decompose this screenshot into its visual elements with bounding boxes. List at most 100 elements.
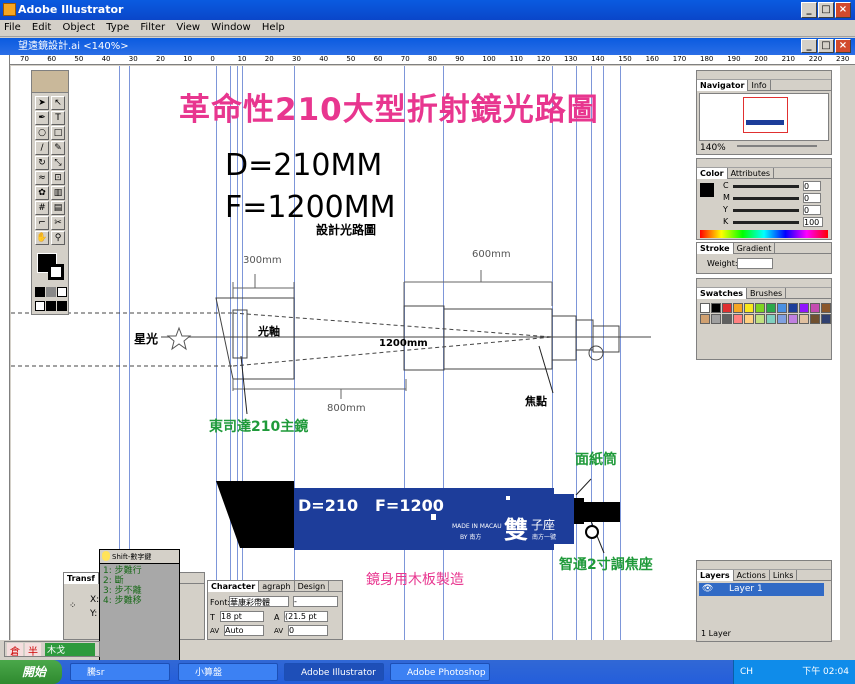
ellipse-tool-icon[interactable]: ○	[35, 126, 49, 140]
tab-design[interactable]: Design	[295, 581, 330, 592]
rotate-tool-icon[interactable]: ↻	[35, 156, 49, 170]
start-button[interactable]: 開始	[0, 660, 62, 684]
tab-navigator[interactable]: Navigator	[697, 80, 749, 91]
layer-row[interactable]: 👁 Layer 1	[699, 583, 824, 596]
color-swatch[interactable]	[810, 303, 820, 313]
color-spectrum-bar[interactable]	[700, 230, 828, 238]
channel-m-value[interactable]: 0	[803, 193, 821, 203]
color-mode-icon[interactable]	[35, 287, 45, 297]
color-swatch[interactable]	[755, 314, 765, 324]
minimize-button[interactable]: _	[801, 2, 817, 18]
dim-1200-label[interactable]: 1200mm	[379, 338, 428, 349]
gradient-mode-icon[interactable]	[46, 287, 56, 297]
dim-300-label[interactable]: 300mm	[243, 255, 282, 266]
color-swatch[interactable]	[700, 303, 710, 313]
color-swatch[interactable]	[788, 303, 798, 313]
menu-file[interactable]: File	[0, 20, 25, 36]
scissors-tool-icon[interactable]: ✂	[51, 216, 65, 230]
tab-transform[interactable]: Transf	[64, 573, 99, 584]
tab-gradient[interactable]: Gradient	[734, 243, 776, 254]
channel-k-value[interactable]: 100	[803, 217, 823, 227]
menu-object[interactable]: Object	[58, 20, 99, 36]
dim-800-label[interactable]: 800mm	[327, 403, 366, 414]
taskbar-item-calculator[interactable]: 小算盤	[178, 663, 278, 681]
ime-mode-button[interactable]: 倉	[7, 643, 23, 658]
screen-mode-1-icon[interactable]	[35, 301, 45, 311]
focus-label[interactable]: 焦點	[525, 393, 547, 409]
screen-mode-2-icon[interactable]	[46, 301, 56, 311]
color-swatch[interactable]	[744, 303, 754, 313]
color-swatch[interactable]	[722, 314, 732, 324]
color-swatch[interactable]	[766, 314, 776, 324]
ime-candidate-4[interactable]: 4: 步難移	[103, 596, 179, 606]
menu-view[interactable]: View	[172, 20, 204, 36]
navigator-zoom-value[interactable]: 140%	[700, 143, 726, 153]
kerning-input[interactable]: Auto	[224, 625, 264, 636]
hand-tool-icon[interactable]: ✋	[35, 231, 49, 245]
taskbar-item-folder[interactable]: 騰sr	[70, 663, 170, 681]
pencil-tool-icon[interactable]: ✎	[51, 141, 65, 155]
menu-edit[interactable]: Edit	[28, 20, 55, 36]
none-mode-icon[interactable]	[57, 287, 67, 297]
type-tool-icon[interactable]: T	[51, 111, 65, 125]
channel-c-slider[interactable]	[733, 185, 799, 188]
doc-minimize-button[interactable]: _	[801, 39, 817, 53]
tab-actions[interactable]: Actions	[734, 570, 770, 581]
stroke-color-swatch[interactable]	[48, 264, 64, 280]
pen-tool-icon[interactable]: ✒	[35, 111, 49, 125]
tube-text-focal[interactable]: F=1200	[375, 496, 444, 515]
stroke-weight-input[interactable]	[737, 258, 773, 269]
font-style-select[interactable]: -	[293, 596, 338, 607]
symbol-tool-icon[interactable]: ✿	[35, 186, 49, 200]
tissue-tube-label[interactable]: 面紙筒	[575, 449, 617, 469]
color-swatch[interactable]	[700, 314, 710, 324]
color-swatch[interactable]	[755, 303, 765, 313]
reference-point-icon[interactable]: ⁘	[69, 601, 77, 611]
eyedropper-tool-icon[interactable]: ⌐	[35, 216, 49, 230]
body-note[interactable]: 鏡身用木板製造	[366, 569, 464, 589]
ime-candidate-1[interactable]: 1: 步難行	[103, 566, 179, 576]
star-label[interactable]: 星光	[134, 330, 158, 347]
tab-brushes[interactable]: Brushes	[747, 288, 787, 299]
tube-brand-sub[interactable]: 南方一號	[532, 532, 556, 541]
tab-character[interactable]: Character	[208, 581, 260, 592]
vertical-ruler[interactable]	[0, 55, 10, 640]
tube-by[interactable]: BY 南方	[460, 532, 481, 541]
channel-m-slider[interactable]	[733, 197, 799, 200]
color-swatch[interactable]	[722, 303, 732, 313]
doc-close-button[interactable]: ×	[835, 39, 851, 53]
color-fill-swatch[interactable]	[700, 183, 714, 197]
color-swatch[interactable]	[777, 303, 787, 313]
channel-k-slider[interactable]	[733, 221, 799, 224]
leading-input[interactable]: (21.5 pt	[284, 611, 328, 622]
mesh-tool-icon[interactable]: #	[35, 201, 49, 215]
maximize-button[interactable]: □	[818, 2, 834, 18]
tab-stroke[interactable]: Stroke	[697, 243, 734, 254]
ime-width-button[interactable]: 半	[25, 643, 41, 658]
tube-text-diameter[interactable]: D=210	[298, 496, 358, 515]
tab-attributes[interactable]: Attributes	[728, 168, 775, 179]
horizontal-ruler[interactable]: 70 60 50 40 30 20 10 0 10 20 30 40 50 60 70 80 90 100 110 1…	[10, 55, 855, 65]
zoom-tool-icon[interactable]: ⚲	[51, 231, 65, 245]
channel-y-value[interactable]: 0	[803, 205, 821, 215]
menu-help[interactable]: Help	[258, 20, 289, 36]
tab-links[interactable]: Links	[770, 570, 798, 581]
navigator-zoom-slider[interactable]	[737, 145, 817, 147]
navigator-preview[interactable]	[699, 93, 829, 141]
focuser-label[interactable]: 智通2寸調焦座	[559, 554, 653, 574]
color-swatch[interactable]	[766, 303, 776, 313]
color-swatch[interactable]	[810, 314, 820, 324]
font-family-select[interactable]: 華康彩帶體	[229, 596, 289, 607]
close-button[interactable]: ×	[835, 2, 851, 18]
rectangle-tool-icon[interactable]: □	[51, 126, 65, 140]
tab-swatches[interactable]: Swatches	[697, 288, 747, 299]
color-swatch[interactable]	[821, 303, 831, 313]
ime-composition-field[interactable]: 木戈	[45, 643, 95, 656]
color-swatch[interactable]	[799, 314, 809, 324]
font-size-input[interactable]: 18 pt	[220, 611, 264, 622]
menu-window[interactable]: Window	[207, 20, 254, 36]
graph-tool-icon[interactable]: ▥	[51, 186, 65, 200]
color-swatch[interactable]	[777, 314, 787, 324]
warp-tool-icon[interactable]: ≈	[35, 171, 49, 185]
menu-filter[interactable]: Filter	[136, 20, 169, 36]
